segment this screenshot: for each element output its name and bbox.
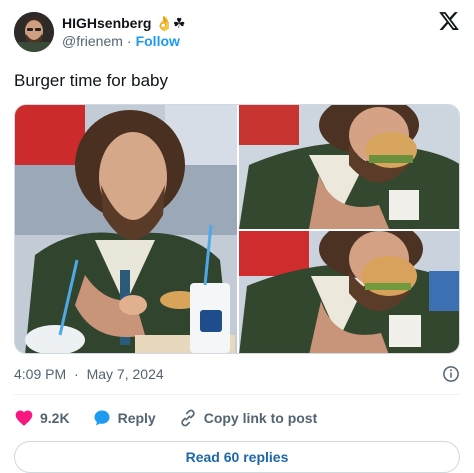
reply-button[interactable]: Reply bbox=[92, 408, 156, 428]
man-looking-at-burger-photo[interactable] bbox=[15, 105, 237, 353]
heart-icon bbox=[15, 410, 33, 426]
display-name[interactable]: HIGHsenberg bbox=[62, 14, 151, 32]
like-count: 9.2K bbox=[40, 410, 70, 426]
tweet-meta: 4:09 PM · May 7, 2024 bbox=[14, 364, 460, 384]
time-separator: · bbox=[74, 366, 79, 382]
avatar[interactable] bbox=[14, 12, 54, 52]
tweet-embed: HIGHsenberg 👌☘ @frienem · Follow Burger … bbox=[0, 0, 474, 473]
handle-row: @frienem · Follow bbox=[62, 32, 185, 50]
user-handle[interactable]: @frienem bbox=[62, 32, 123, 50]
display-name-emoji: 👌☘ bbox=[155, 15, 186, 31]
media-grid bbox=[14, 104, 460, 354]
follow-button[interactable]: Follow bbox=[136, 32, 180, 50]
display-name-row: HIGHsenberg 👌☘ bbox=[62, 14, 185, 32]
divider bbox=[14, 394, 460, 395]
reply-label: Reply bbox=[117, 410, 156, 426]
copy-link-label: Copy link to post bbox=[203, 410, 318, 426]
read-replies-button[interactable]: Read 60 replies bbox=[14, 441, 460, 473]
tweet-time: 4:09 PM bbox=[14, 366, 67, 382]
tweet-header: HIGHsenberg 👌☘ @frienem · Follow bbox=[14, 10, 460, 54]
man-biting-burger-photo-1[interactable] bbox=[239, 105, 459, 229]
man-biting-burger-photo-2[interactable] bbox=[239, 231, 459, 353]
info-icon[interactable] bbox=[442, 365, 460, 383]
user-names: HIGHsenberg 👌☘ @frienem · Follow bbox=[62, 14, 185, 50]
link-icon bbox=[181, 409, 195, 427]
copy-link-button[interactable]: Copy link to post bbox=[178, 408, 318, 428]
x-logo-icon[interactable] bbox=[438, 10, 460, 32]
like-button[interactable]: 9.2K bbox=[14, 408, 70, 428]
tweet-date: May 7, 2024 bbox=[86, 366, 164, 382]
tweet-text: Burger time for baby bbox=[14, 71, 169, 90]
reply-bubble-icon bbox=[94, 410, 110, 426]
action-bar: 9.2K Reply Copy link to post bbox=[14, 404, 460, 432]
handle-separator: · bbox=[126, 33, 132, 49]
timestamp[interactable]: 4:09 PM · May 7, 2024 bbox=[14, 366, 164, 382]
